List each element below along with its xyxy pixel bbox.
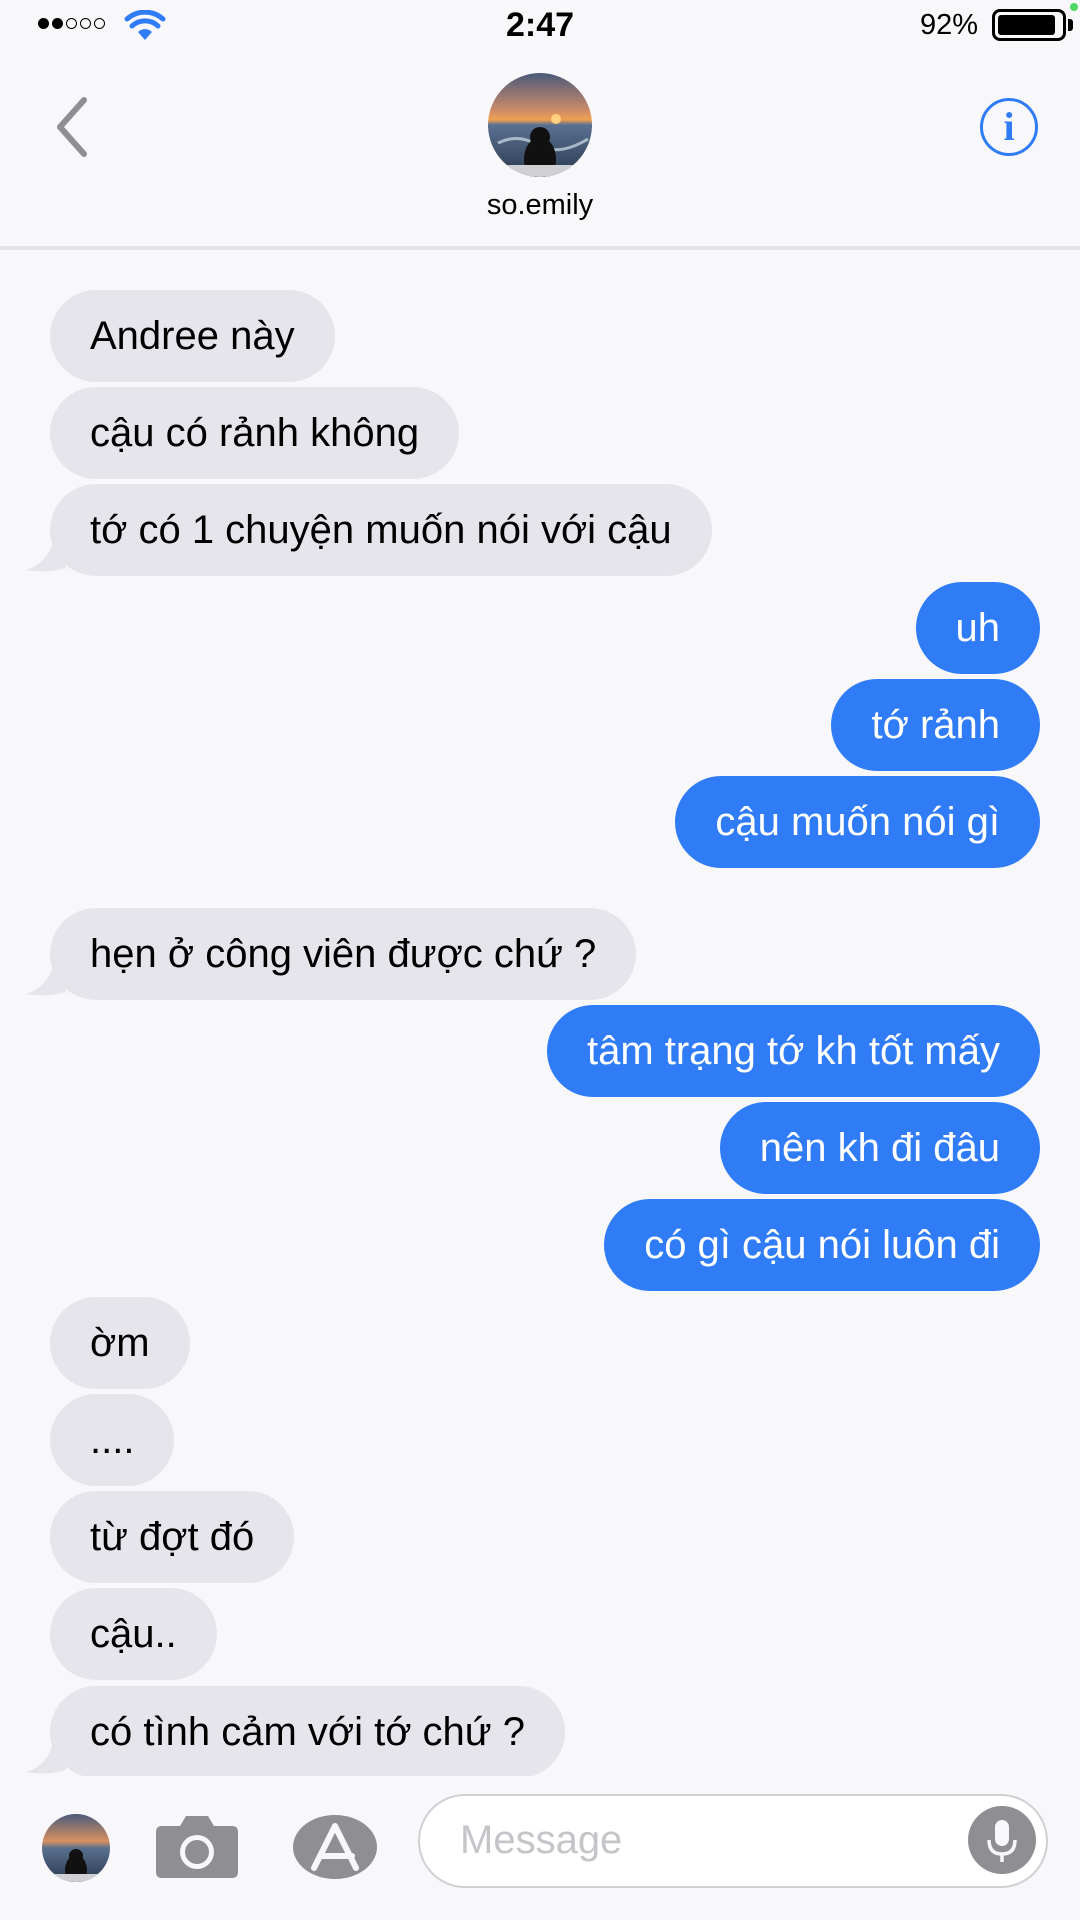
messages-screen: 2:47 92% so.emily i Andree này cậu có rả… [0, 0, 1080, 1920]
status-bar: 2:47 92% [0, 0, 1080, 52]
status-time: 2:47 [505, 6, 575, 44]
message-bubble-incoming[interactable]: ờm [50, 1297, 190, 1389]
message-bubble-outgoing[interactable]: nên kh đi đâu [719, 1102, 1040, 1194]
message-input[interactable]: Message [418, 1794, 1048, 1888]
battery-percentage: 92% [919, 9, 978, 41]
contact-avatar[interactable] [488, 73, 592, 177]
message-bubble-outgoing[interactable]: tâm trạng tớ kh tốt mấy [546, 1005, 1040, 1097]
microphone-icon[interactable] [968, 1806, 1036, 1874]
message-bubble-incoming[interactable]: hẹn ở công viên được chứ ? [50, 908, 637, 1000]
message-bubble-incoming[interactable]: có tình cảm với tớ chứ ? [50, 1686, 565, 1778]
message-bubble-incoming[interactable]: từ đợt đó [50, 1491, 295, 1583]
activity-indicator [1070, 3, 1078, 11]
message-placeholder: Message [460, 1818, 623, 1862]
battery-icon [992, 9, 1066, 41]
camera-icon[interactable] [154, 1810, 240, 1880]
message-bubble-outgoing[interactable]: uh [915, 582, 1040, 674]
info-icon[interactable]: i [980, 98, 1038, 156]
message-bubble-incoming[interactable]: Andree này [50, 290, 335, 382]
message-bubble-incoming[interactable]: cậu có rảnh không [50, 387, 460, 479]
message-bubble-outgoing[interactable]: cậu muốn nói gì [675, 776, 1040, 868]
message-bubble-incoming[interactable]: .... [50, 1394, 175, 1486]
conversation-header: so.emily i [0, 52, 1080, 250]
photos-app-icon[interactable] [42, 1814, 110, 1882]
bubble-tail [26, 1746, 66, 1774]
bubble-tail [26, 968, 66, 996]
contact-name[interactable]: so.emily [0, 189, 1080, 222]
message-bubble-incoming[interactable]: tớ có 1 chuyện muốn nói với cậu [50, 484, 712, 576]
message-bubble-outgoing[interactable]: tớ rảnh [831, 679, 1040, 771]
app-store-icon[interactable] [290, 1812, 380, 1882]
message-bubble-incoming[interactable]: cậu.. [50, 1588, 217, 1680]
battery-cap [1068, 19, 1073, 31]
composer-bar: Message [0, 1776, 1080, 1920]
bubble-tail [26, 544, 66, 572]
chevron-left-icon[interactable] [48, 92, 98, 162]
message-bubble-outgoing[interactable]: có gì cậu nói luôn đi [604, 1199, 1040, 1291]
